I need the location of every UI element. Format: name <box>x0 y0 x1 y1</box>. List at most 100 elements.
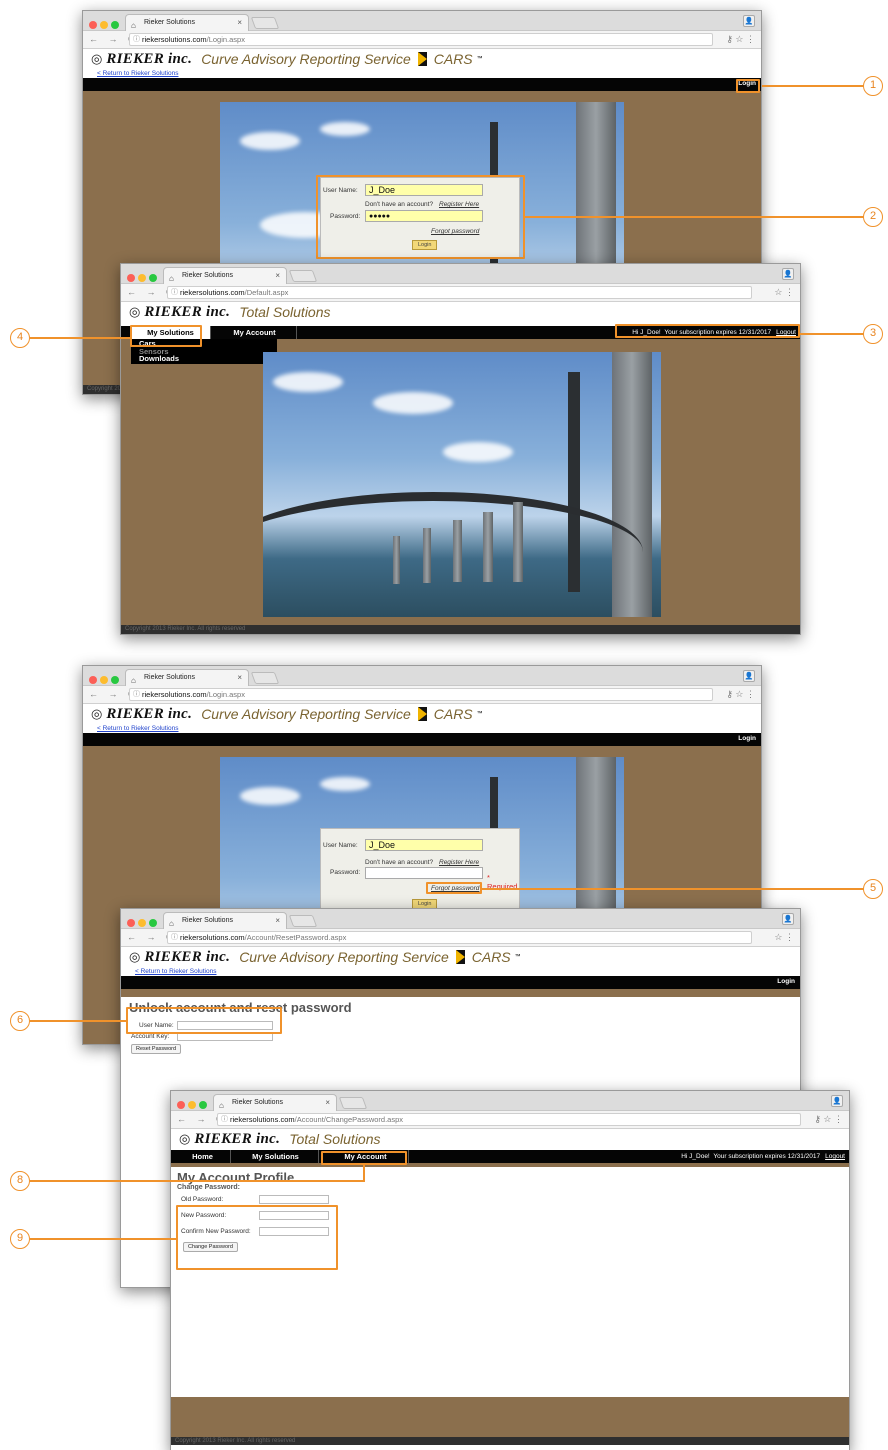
highlight-login-link <box>736 79 760 93</box>
callout-line <box>30 1020 126 1022</box>
close-tab-icon[interactable]: × <box>275 268 280 283</box>
default-window: ⌂ Rieker Solutions × 👤 ← → C ⓘ riekersoluti… <box>120 263 801 635</box>
new-tab-button[interactable] <box>288 270 318 282</box>
key-star-icons[interactable]: ⚷ ☆ ⋮ <box>726 34 755 45</box>
close-tab-icon[interactable]: × <box>275 913 280 928</box>
address-bar: ← → C ⓘ riekersolutions.com/Account/Reset… <box>121 929 800 947</box>
callout-line <box>800 333 865 335</box>
login-link[interactable]: Login <box>777 978 795 985</box>
menu-item-downloads[interactable]: Downloads <box>139 355 269 363</box>
callout-9: 9 <box>10 1229 30 1249</box>
password-input[interactable] <box>365 867 483 879</box>
address-bar: ← → C ⓘ riekersolutions.com/Login.aspx ⚷ … <box>83 31 761 49</box>
browser-tab[interactable]: ⌂ Rieker Solutions × <box>163 912 287 929</box>
url-field[interactable]: ⓘ riekersolutions.com/Account/ResetPasswo… <box>167 931 752 944</box>
url-field[interactable]: ⓘ riekersolutions.com/Account/ChangePassw… <box>217 1113 801 1126</box>
logo-icon: ◎ <box>91 51 103 66</box>
browser-tab[interactable]: ⌂ Rieker Solutions × <box>213 1094 337 1111</box>
highlight-change-form <box>176 1205 338 1270</box>
address-bar: ← → C ⓘ riekersolutions.com/Login.aspx ⚷ … <box>83 686 761 704</box>
login-link[interactable]: Login <box>738 735 756 742</box>
nav-my-account[interactable]: My Account <box>213 326 297 339</box>
callout-6: 6 <box>10 1011 30 1031</box>
new-tab-button[interactable] <box>250 672 280 684</box>
logo-icon: ◎ <box>129 304 141 319</box>
brown-footer-area <box>171 1397 849 1437</box>
cloud <box>320 777 370 791</box>
change-password-window: ⌂ Rieker Solutions × 👤 ← → C ⓘ riekersoluti… <box>170 1090 850 1450</box>
highlight-user-info <box>615 324 800 338</box>
star-menu-icons[interactable]: ☆ ⋮ <box>774 932 794 943</box>
bridge-support <box>423 528 431 583</box>
tab-bar: ⌂ Rieker Solutions × 👤 <box>171 1091 849 1111</box>
logout-link[interactable]: Logout <box>825 1153 845 1160</box>
top-nav-bar: Login <box>83 733 761 746</box>
new-tab-button[interactable] <box>250 17 280 29</box>
profile-icon[interactable]: 👤 <box>782 268 794 280</box>
url-field[interactable]: ⓘ riekersolutions.com/Default.aspx <box>167 286 752 299</box>
reset-password-button[interactable]: Reset Password <box>131 1044 182 1054</box>
callout-line <box>482 888 865 890</box>
site-logo: ◎ RIEKER inc. Total Solutions <box>129 303 331 321</box>
cloud <box>320 122 370 136</box>
old-password-input[interactable] <box>259 1195 329 1204</box>
profile-heading: My Account Profile <box>177 1170 295 1185</box>
profile-icon[interactable]: 👤 <box>831 1095 843 1107</box>
return-link[interactable]: < Return to Rieker Solutions <box>83 69 761 78</box>
profile-content: My Account Profile Change Password: Old … <box>171 1167 849 1397</box>
bridge-support <box>513 502 523 582</box>
url-field[interactable]: ⓘ riekersolutions.com/Login.aspx <box>129 33 713 46</box>
site-logo: ◎ RIEKER inc. Curve Advisory Reporting S… <box>91 50 483 68</box>
browser-tab[interactable]: ⌂ Rieker Solutions × <box>125 669 249 686</box>
top-nav-bar: Login <box>121 976 800 989</box>
profile-icon[interactable]: 👤 <box>743 15 755 27</box>
close-tab-icon[interactable]: × <box>325 1095 330 1110</box>
callout-line <box>30 1180 365 1182</box>
chevron-icon <box>417 52 427 66</box>
star-menu-icons[interactable]: ☆ ⋮ <box>774 287 794 298</box>
close-tab-icon[interactable]: × <box>237 670 242 685</box>
callout-line <box>30 337 130 339</box>
return-link[interactable]: < Return to Rieker Solutions <box>83 724 761 733</box>
tab-bar: ⌂ Rieker Solutions × 👤 <box>83 11 761 31</box>
bridge-support <box>393 536 400 584</box>
cloud <box>373 392 453 414</box>
close-tab-icon[interactable]: × <box>237 15 242 30</box>
highlight-reset-form <box>126 1007 282 1034</box>
site-logo: ◎ RIEKER inc. Total Solutions <box>179 1130 381 1148</box>
main-nav-bar: Home My Solutions My Account Hi J_Doe! Y… <box>171 1150 849 1163</box>
register-link[interactable]: Register Here <box>439 859 479 866</box>
logo-icon: ◎ <box>179 1131 191 1146</box>
chevron-icon <box>417 707 427 721</box>
callout-5: 5 <box>863 879 883 899</box>
tab-bar: ⌂ Rieker Solutions × 👤 <box>121 909 800 929</box>
url-field[interactable]: ⓘ riekersolutions.com/Login.aspx <box>129 688 713 701</box>
browser-tab[interactable]: ⌂ Rieker Solutions × <box>163 267 287 284</box>
profile-icon[interactable]: 👤 <box>743 670 755 682</box>
info-icon: ⓘ <box>133 36 140 43</box>
browser-tab[interactable]: ⌂ Rieker Solutions × <box>125 14 249 31</box>
username-input[interactable]: J_Doe <box>365 839 483 851</box>
highlight-my-account <box>321 1151 407 1165</box>
info-icon: ⓘ <box>133 691 140 698</box>
key-star-icons[interactable]: ⚷ ☆ ⋮ <box>726 689 755 700</box>
change-password-subheading: Change Password: <box>177 1184 241 1191</box>
callout-3: 3 <box>863 324 883 344</box>
highlight-login-form <box>316 175 525 259</box>
new-tab-button[interactable] <box>338 1097 368 1109</box>
nav-home[interactable]: Home <box>175 1150 231 1163</box>
top-nav-bar: Login <box>83 78 761 91</box>
return-link[interactable]: < Return to Rieker Solutions <box>121 967 800 976</box>
bridge-photo <box>263 352 661 617</box>
bridge-support <box>453 520 462 582</box>
tutorial-stage: ⌂ Rieker Solutions × 👤 ← → C ⓘ riekersoluti… <box>0 0 888 1450</box>
highlight-solutions-menu <box>130 325 202 347</box>
footer-text: Copyright 2013 Rieker Inc. All rights re… <box>171 1437 849 1445</box>
key-star-icons[interactable]: ⚷ ☆ ⋮ <box>814 1114 843 1125</box>
nav-my-solutions[interactable]: My Solutions <box>233 1150 319 1163</box>
address-bar: ← → C ⓘ riekersolutions.com/Default.aspx … <box>121 284 800 302</box>
callout-line <box>363 1165 365 1181</box>
content-area: Cars Sensors Downloads <box>121 339 800 634</box>
profile-icon[interactable]: 👤 <box>782 913 794 925</box>
new-tab-button[interactable] <box>288 915 318 927</box>
